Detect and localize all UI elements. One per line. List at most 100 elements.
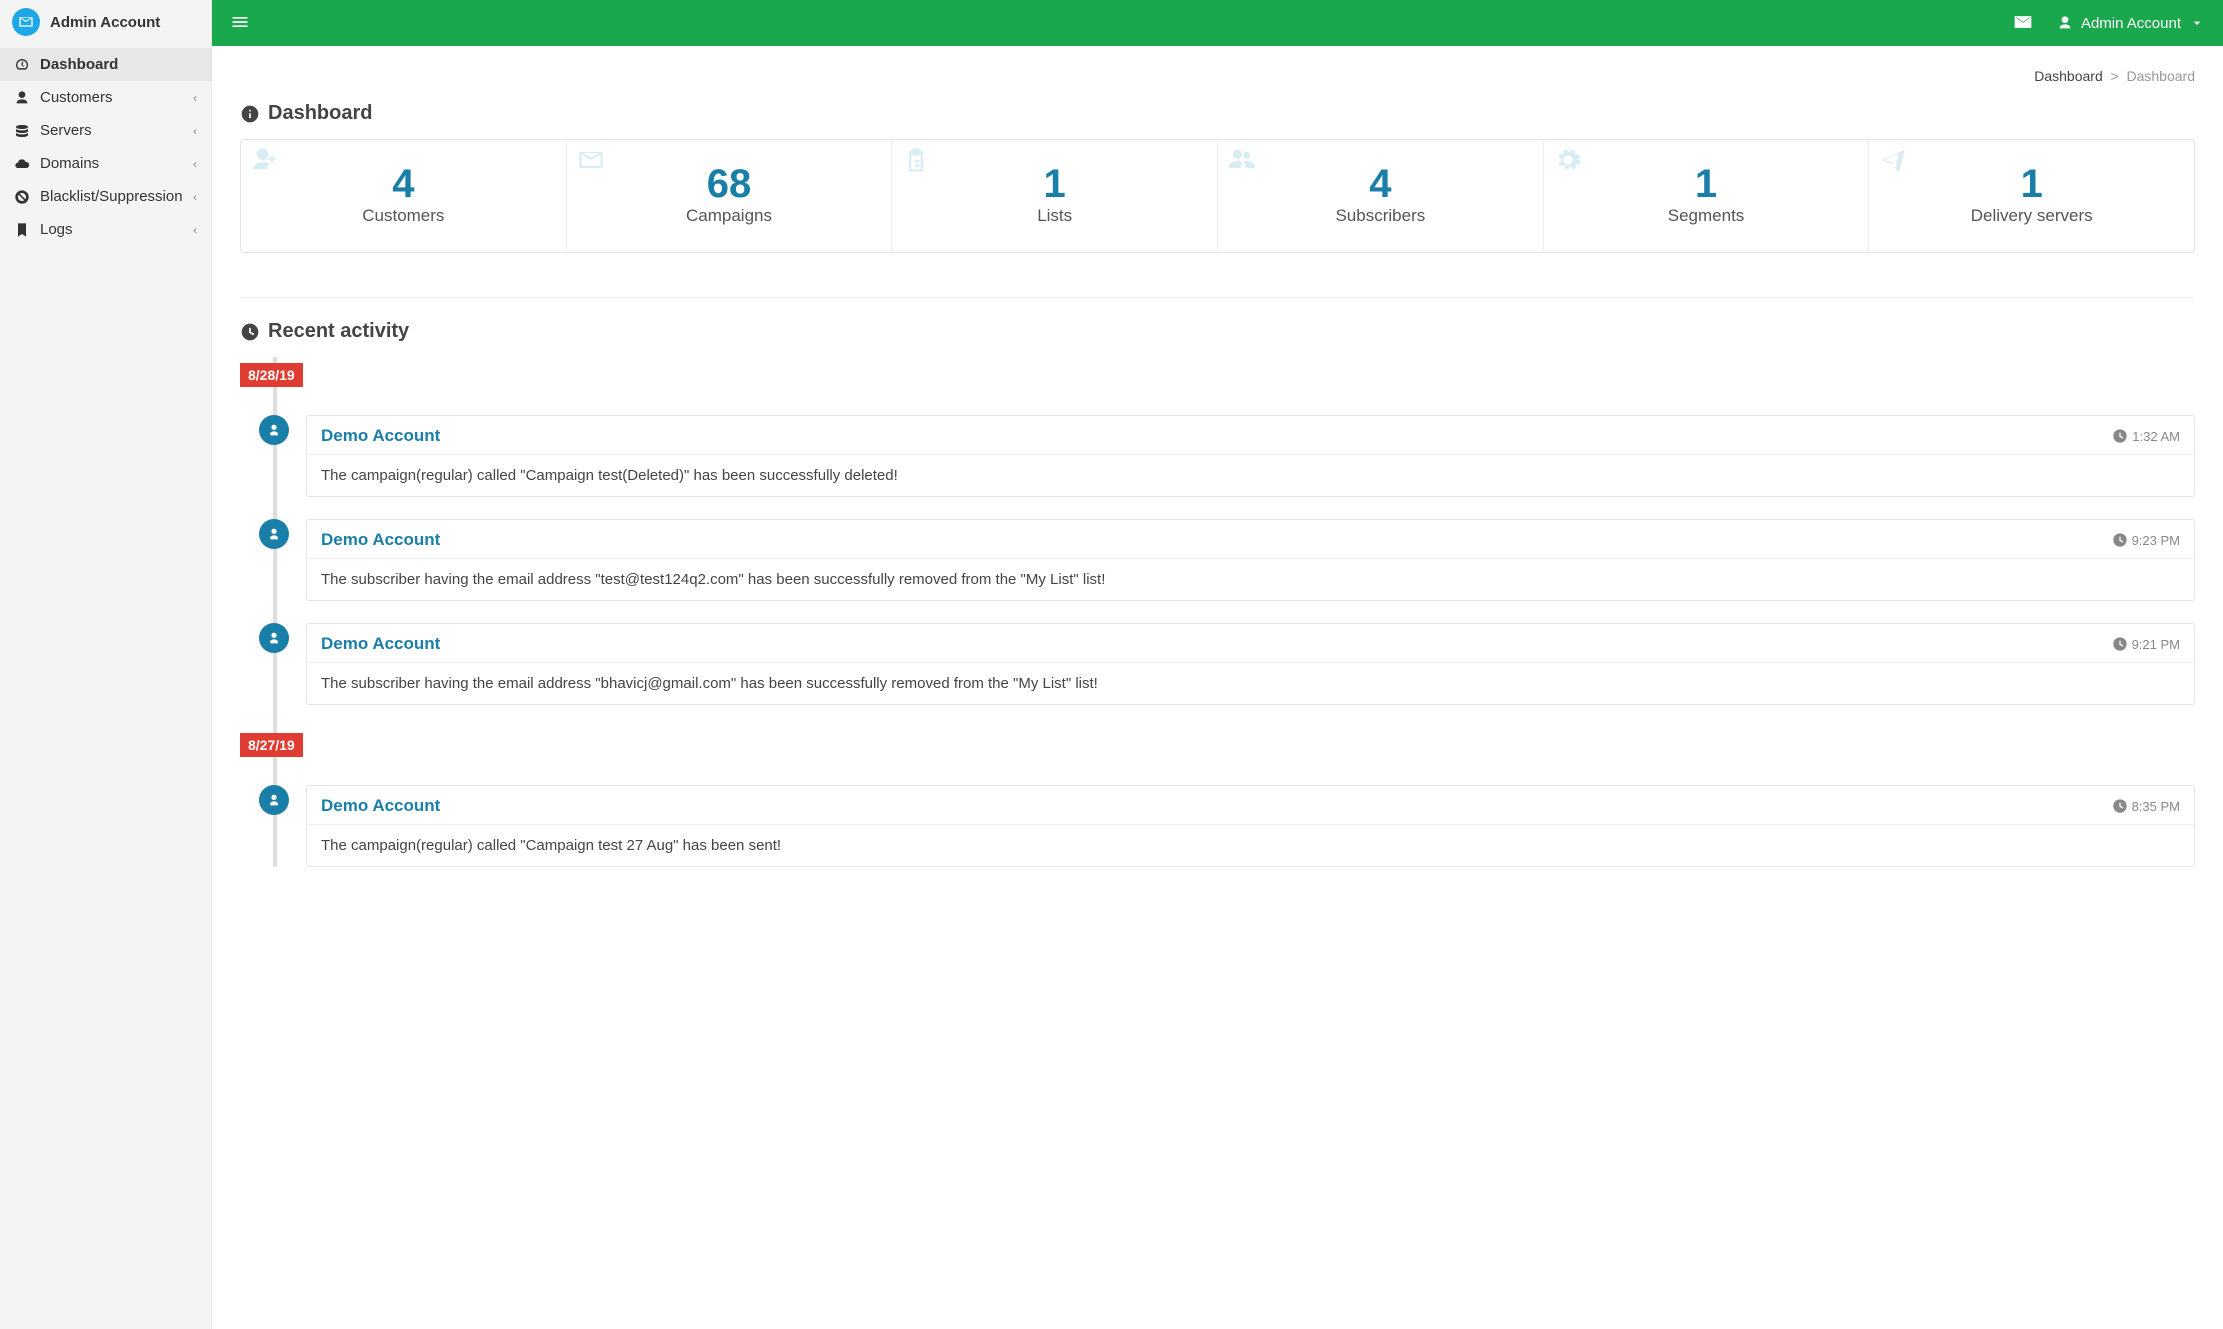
topbar: Admin Account xyxy=(212,0,2223,46)
stat-delivery-servers[interactable]: 1Delivery servers xyxy=(1869,140,2194,252)
cloud-icon xyxy=(14,156,30,172)
stat-label: Segments xyxy=(1554,206,1859,226)
sidebar-header: Admin Account xyxy=(0,0,211,44)
user-icon xyxy=(14,90,30,106)
timeline-user-link[interactable]: Demo Account xyxy=(321,426,440,446)
timeline-dot xyxy=(259,623,289,653)
clipboard-icon xyxy=(902,146,930,177)
clock-icon xyxy=(2112,636,2128,652)
stat-customers[interactable]: 4Customers xyxy=(241,140,567,252)
sidebar-item-servers[interactable]: Servers ‹ xyxy=(0,114,211,147)
stat-value: 1 xyxy=(1554,162,1859,206)
sidebar-item-customers[interactable]: Customers ‹ xyxy=(0,81,211,114)
chevron-left-icon: ‹ xyxy=(193,223,197,237)
timeline-time: 9:21 PM xyxy=(2112,636,2180,652)
caret-down-icon xyxy=(2189,15,2205,31)
sidebar-item-dashboard[interactable]: Dashboard xyxy=(0,48,211,81)
timeline-date-badge: 8/28/19 xyxy=(240,363,303,387)
user-label: Admin Account xyxy=(2081,15,2181,32)
chevron-left-icon: ‹ xyxy=(193,124,197,138)
chevron-left-icon: ‹ xyxy=(193,157,197,171)
sidebar-item-logs[interactable]: Logs ‹ xyxy=(0,213,211,246)
stat-campaigns[interactable]: 68Campaigns xyxy=(567,140,893,252)
stat-subscribers[interactable]: 4Subscribers xyxy=(1218,140,1544,252)
timeline-card: Demo Account 1:32 AM The campaign(regular… xyxy=(306,415,2195,497)
timeline-card: Demo Account 9:23 PM The subscriber havin… xyxy=(306,519,2195,601)
bookmark-icon xyxy=(14,222,30,238)
timeline-text: The subscriber having the email address … xyxy=(307,559,2194,600)
stat-lists[interactable]: 1Lists xyxy=(892,140,1218,252)
timeline-card: Demo Account 8:35 PM The campaign(regular… xyxy=(306,785,2195,867)
stat-value: 1 xyxy=(1879,162,2184,206)
breadcrumb-current: Dashboard xyxy=(2127,68,2196,84)
messages-icon[interactable] xyxy=(2013,12,2033,35)
sidebar-item-label: Dashboard xyxy=(40,56,118,73)
activity-timeline: 8/28/19 Demo Account 1:32 AM The campaign(… xyxy=(240,357,2195,867)
main: Admin Account Dashboard > Dashboard Dash… xyxy=(212,0,2223,1329)
stat-segments[interactable]: 1Segments xyxy=(1544,140,1870,252)
timeline-time: 8:35 PM xyxy=(2112,798,2180,814)
stat-label: Lists xyxy=(902,206,1207,226)
info-icon xyxy=(240,104,260,124)
sidebar-item-label: Blacklist/Suppression xyxy=(40,188,183,205)
timeline-item: Demo Account 8:35 PM The campaign(regular… xyxy=(240,785,2195,867)
timeline-user-link[interactable]: Demo Account xyxy=(321,796,440,816)
timeline-date-badge: 8/27/19 xyxy=(240,733,303,757)
paper-plane-icon xyxy=(1879,146,1907,177)
timeline-dot xyxy=(259,785,289,815)
brand-logo xyxy=(12,8,40,36)
breadcrumb: Dashboard > Dashboard xyxy=(240,68,2195,84)
envelope-open-icon xyxy=(577,146,605,177)
sidebar-item-label: Servers xyxy=(40,122,92,139)
user-menu[interactable]: Admin Account xyxy=(2057,15,2205,32)
sidebar-item-label: Domains xyxy=(40,155,99,172)
timeline-item: Demo Account 1:32 AM The campaign(regular… xyxy=(240,415,2195,497)
user-plus-icon xyxy=(251,146,279,177)
sidebar: Admin Account DashboardCustomers‹Servers… xyxy=(0,0,212,1329)
hamburger-icon[interactable] xyxy=(230,12,250,35)
sidebar-item-blacklist-suppression[interactable]: Blacklist/Suppression ‹ xyxy=(0,180,211,213)
stat-value: 68 xyxy=(577,162,882,206)
gear-icon xyxy=(1554,146,1582,177)
timeline-item: Demo Account 9:23 PM The subscriber havin… xyxy=(240,519,2195,601)
timeline-user-link[interactable]: Demo Account xyxy=(321,634,440,654)
stat-value: 4 xyxy=(1228,162,1533,206)
clock-icon xyxy=(2112,798,2128,814)
sidebar-item-label: Logs xyxy=(40,221,73,238)
page-title: Dashboard xyxy=(240,102,2195,125)
stat-label: Delivery servers xyxy=(1879,206,2184,226)
content: Dashboard > Dashboard Dashboard 4Custome… xyxy=(212,46,2223,911)
timeline-dot xyxy=(259,415,289,445)
clock-icon xyxy=(2112,532,2128,548)
user-icon xyxy=(2057,15,2073,31)
server-icon xyxy=(14,123,30,139)
breadcrumb-root[interactable]: Dashboard xyxy=(2034,68,2103,84)
clock-icon xyxy=(2112,428,2128,444)
users-icon xyxy=(1228,146,1256,177)
chevron-left-icon: ‹ xyxy=(193,190,197,204)
activity-title: Recent activity xyxy=(240,297,2195,343)
sidebar-item-label: Customers xyxy=(40,89,113,106)
sidebar-nav: DashboardCustomers‹Servers‹Domains‹Black… xyxy=(0,48,211,246)
clock-icon xyxy=(240,322,260,342)
timeline-dot xyxy=(259,519,289,549)
timeline-time: 1:32 AM xyxy=(2112,428,2180,444)
stat-label: Customers xyxy=(251,206,556,226)
sidebar-item-domains[interactable]: Domains ‹ xyxy=(0,147,211,180)
timeline-text: The subscriber having the email address … xyxy=(307,663,2194,704)
ban-icon xyxy=(14,189,30,205)
dashboard-icon xyxy=(14,57,30,73)
stat-value: 4 xyxy=(251,162,556,206)
stat-value: 1 xyxy=(902,162,1207,206)
timeline-user-link[interactable]: Demo Account xyxy=(321,530,440,550)
timeline-item: Demo Account 9:21 PM The subscriber havin… xyxy=(240,623,2195,705)
timeline-card: Demo Account 9:21 PM The subscriber havin… xyxy=(306,623,2195,705)
stat-label: Subscribers xyxy=(1228,206,1533,226)
stat-label: Campaigns xyxy=(577,206,882,226)
chevron-left-icon: ‹ xyxy=(193,91,197,105)
timeline-text: The campaign(regular) called "Campaign t… xyxy=(307,455,2194,496)
timeline-time: 9:23 PM xyxy=(2112,532,2180,548)
stats-row: 4Customers68Campaigns1Lists4Subscribers1… xyxy=(240,139,2195,253)
sidebar-title: Admin Account xyxy=(50,14,160,31)
timeline-text: The campaign(regular) called "Campaign t… xyxy=(307,825,2194,866)
